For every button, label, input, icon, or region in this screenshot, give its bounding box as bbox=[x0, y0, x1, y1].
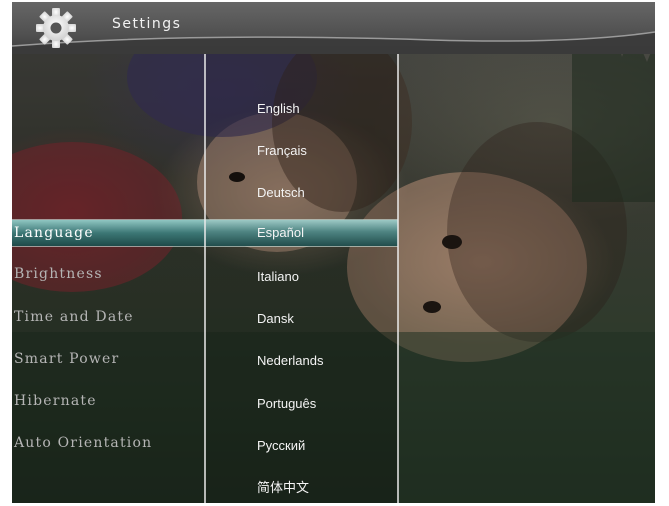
header-bar: Settings bbox=[12, 2, 655, 54]
language-label: Dansk bbox=[257, 311, 294, 326]
language-label: Español bbox=[257, 225, 304, 240]
menu-item-label: Language bbox=[14, 225, 94, 241]
menu-item-label: Time and Date bbox=[14, 309, 134, 325]
gear-icon bbox=[36, 8, 76, 48]
language-option-simplified-chinese[interactable]: 简体中文 bbox=[205, 475, 398, 501]
language-label: Français bbox=[257, 143, 307, 158]
language-label: Русский bbox=[257, 438, 306, 453]
menu-item-smart-power[interactable]: Smart Power bbox=[12, 346, 205, 372]
menu-item-label: Auto Orientation bbox=[14, 435, 153, 451]
language-option-dansk[interactable]: Dansk bbox=[205, 306, 398, 332]
language-option-italiano[interactable]: Italiano bbox=[205, 264, 398, 290]
language-option-francais[interactable]: Français bbox=[205, 138, 398, 164]
language-option-espanol[interactable]: Español bbox=[205, 220, 398, 246]
language-label: 简体中文 bbox=[257, 480, 310, 495]
language-option-portugues[interactable]: Português bbox=[205, 391, 398, 417]
page-title: Settings bbox=[112, 16, 182, 32]
menu-item-label: Smart Power bbox=[14, 351, 120, 367]
photo-frame-screen: Settings Language Brightness Time and Da… bbox=[12, 2, 655, 503]
language-option-english[interactable]: English bbox=[205, 96, 398, 122]
menu-item-label: Brightness bbox=[14, 266, 103, 282]
menu-item-time-and-date[interactable]: Time and Date bbox=[12, 304, 205, 330]
language-option-deutsch[interactable]: Deutsch bbox=[205, 180, 398, 206]
language-label: Italiano bbox=[257, 269, 299, 284]
column-divider-right bbox=[397, 54, 399, 503]
menu-item-hibernate[interactable]: Hibernate bbox=[12, 388, 205, 414]
language-label: Nederlands bbox=[257, 353, 324, 368]
menu-item-brightness[interactable]: Brightness bbox=[12, 261, 205, 287]
menu-item-auto-orientation[interactable]: Auto Orientation bbox=[12, 430, 205, 456]
language-label: Português bbox=[257, 396, 317, 411]
language-option-russian[interactable]: Русский bbox=[205, 433, 398, 459]
language-label: Deutsch bbox=[257, 185, 305, 200]
language-option-nederlands[interactable]: Nederlands bbox=[205, 348, 398, 374]
menu-item-language[interactable]: Language bbox=[12, 220, 205, 246]
column-divider-left bbox=[204, 54, 206, 503]
menu-item-label: Hibernate bbox=[14, 393, 97, 409]
language-label: English bbox=[257, 101, 300, 116]
header-decoration bbox=[12, 31, 655, 54]
